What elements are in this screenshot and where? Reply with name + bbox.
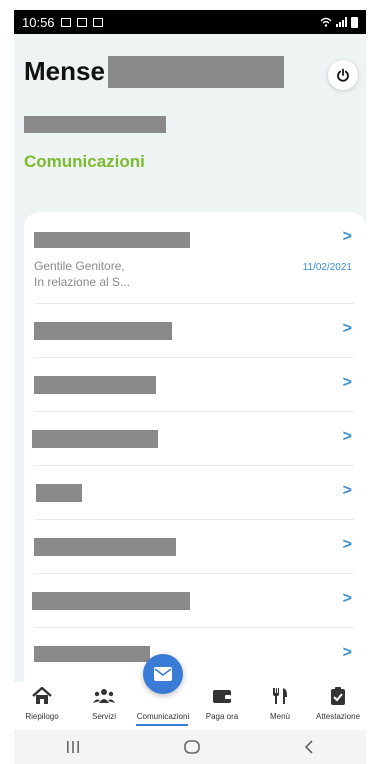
chevron-right-icon: >	[342, 536, 352, 553]
page-title: Mense	[24, 56, 105, 86]
chevron-right-icon: >	[342, 228, 352, 245]
redacted-school-name	[108, 56, 284, 88]
message-row[interactable]: >	[34, 358, 354, 412]
status-time: 10:56	[22, 14, 55, 30]
chevron-right-icon: >	[342, 644, 352, 661]
redacted-message-subject	[34, 538, 176, 556]
chevron-right-icon: >	[342, 428, 352, 445]
mail-icon	[154, 667, 172, 681]
message-row[interactable]: >	[34, 304, 354, 358]
nav-label: Servizi	[91, 712, 116, 721]
status-bar: 10:56	[14, 10, 366, 34]
nav-label: Comunicazioni	[136, 712, 190, 721]
home-icon	[32, 687, 52, 704]
message-row[interactable]: >	[34, 520, 354, 574]
section-title: Comunicazioni	[24, 152, 145, 171]
wifi-icon	[320, 17, 332, 27]
chevron-right-icon: >	[342, 374, 352, 391]
bottom-nav: Riepilogo Servizi Comunicazioni Paga ora…	[14, 682, 366, 730]
cutlery-icon	[273, 688, 287, 704]
comunicazioni-fab[interactable]	[143, 654, 183, 694]
home-button-icon[interactable]	[184, 740, 200, 754]
nav-item-menu[interactable]: Menù	[250, 682, 310, 730]
chevron-right-icon: >	[342, 320, 352, 337]
redacted-message-subject	[32, 592, 190, 610]
signal-icon	[336, 17, 347, 27]
redacted-message-subject	[36, 484, 82, 502]
wallet-icon	[213, 690, 231, 703]
redacted-message-subject	[34, 376, 156, 394]
redacted-message-subject	[34, 322, 172, 340]
nav-item-riepilogo[interactable]: Riepilogo	[12, 682, 72, 730]
logout-button[interactable]	[328, 60, 358, 90]
message-row[interactable]: > Gentile Genitore, In relazione al S...…	[34, 212, 354, 304]
nav-label: Riepilogo	[25, 712, 59, 721]
nav-label: Attestazione	[315, 712, 361, 721]
nav-item-attestazione[interactable]: Attestazione	[308, 682, 368, 730]
message-row[interactable]: >	[32, 574, 354, 628]
app-screen: Mense Comunicazioni > Gentile Genitore, …	[14, 34, 366, 730]
active-tab-indicator	[136, 724, 188, 726]
message-date: 11/02/2021	[302, 262, 352, 273]
nav-label: Menù	[269, 712, 290, 721]
nav-item-servizi[interactable]: Servizi	[74, 682, 134, 730]
message-row[interactable]: >	[32, 412, 354, 466]
redacted-message-subject	[32, 430, 158, 448]
clipboard-check-icon	[331, 687, 345, 705]
recent-apps-icon[interactable]	[66, 741, 80, 753]
message-row[interactable]: >	[34, 466, 354, 520]
chevron-right-icon: >	[342, 590, 352, 607]
users-icon	[93, 689, 115, 703]
system-nav-bar	[14, 730, 366, 764]
redacted-user-name	[24, 116, 166, 133]
nav-item-paga-ora[interactable]: Paga ora	[192, 682, 252, 730]
messages-card: > Gentile Genitore, In relazione al S...…	[24, 212, 366, 682]
message-preview-line: In relazione al S...	[34, 275, 131, 289]
chevron-right-icon: >	[342, 482, 352, 499]
nav-label: Paga ora	[205, 712, 239, 721]
message-preview: Gentile Genitore, In relazione al S...	[34, 258, 130, 290]
redacted-message-subject	[34, 232, 190, 248]
notification-icon	[92, 17, 103, 27]
weather-icon	[76, 17, 87, 27]
redacted-message-subject	[34, 646, 150, 662]
image-icon	[60, 17, 71, 27]
message-row[interactable]: >	[34, 628, 354, 682]
power-icon	[337, 68, 349, 82]
back-icon[interactable]	[304, 740, 314, 754]
message-preview-line: Gentile Genitore,	[34, 259, 125, 273]
battery-icon	[351, 16, 358, 28]
